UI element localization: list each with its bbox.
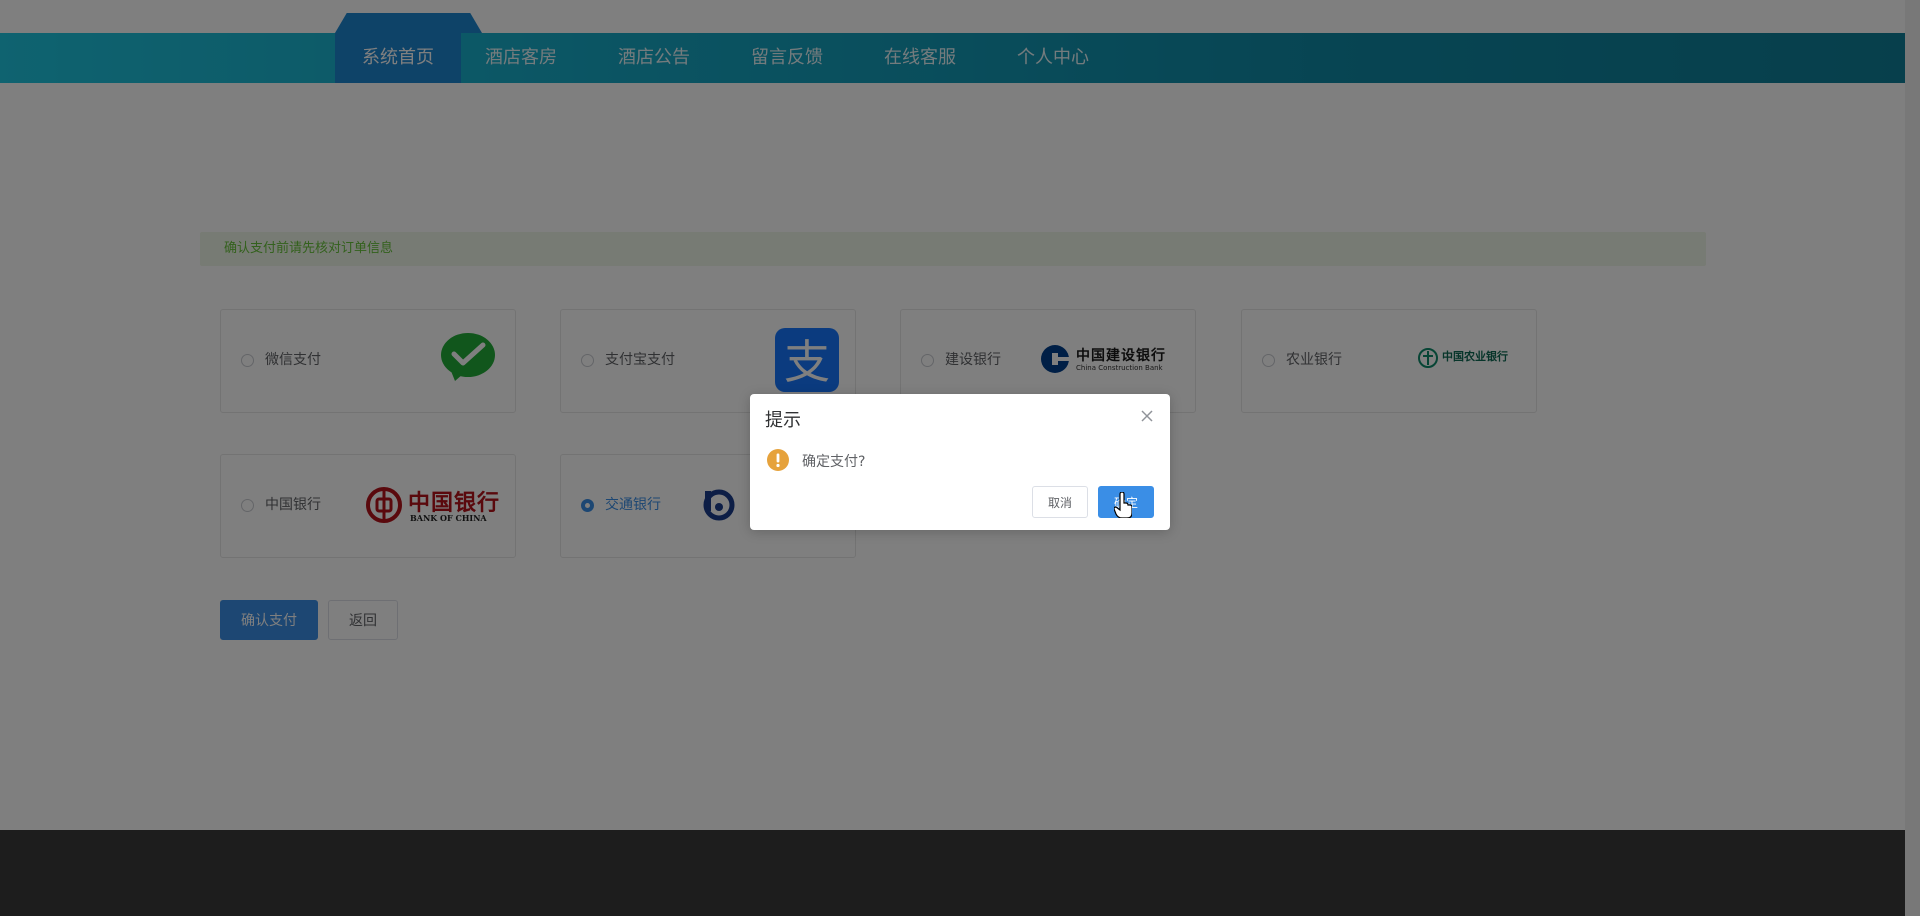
- ok-button[interactable]: 确定: [1098, 486, 1154, 518]
- cancel-button[interactable]: 取消: [1032, 486, 1088, 518]
- dialog-title: 提示: [765, 410, 801, 431]
- close-icon[interactable]: [1139, 408, 1155, 424]
- warning-icon: [767, 449, 789, 471]
- dialog-message: 确定支付?: [802, 454, 866, 470]
- confirm-dialog: 提示 确定支付? 取消 确定: [750, 394, 1170, 530]
